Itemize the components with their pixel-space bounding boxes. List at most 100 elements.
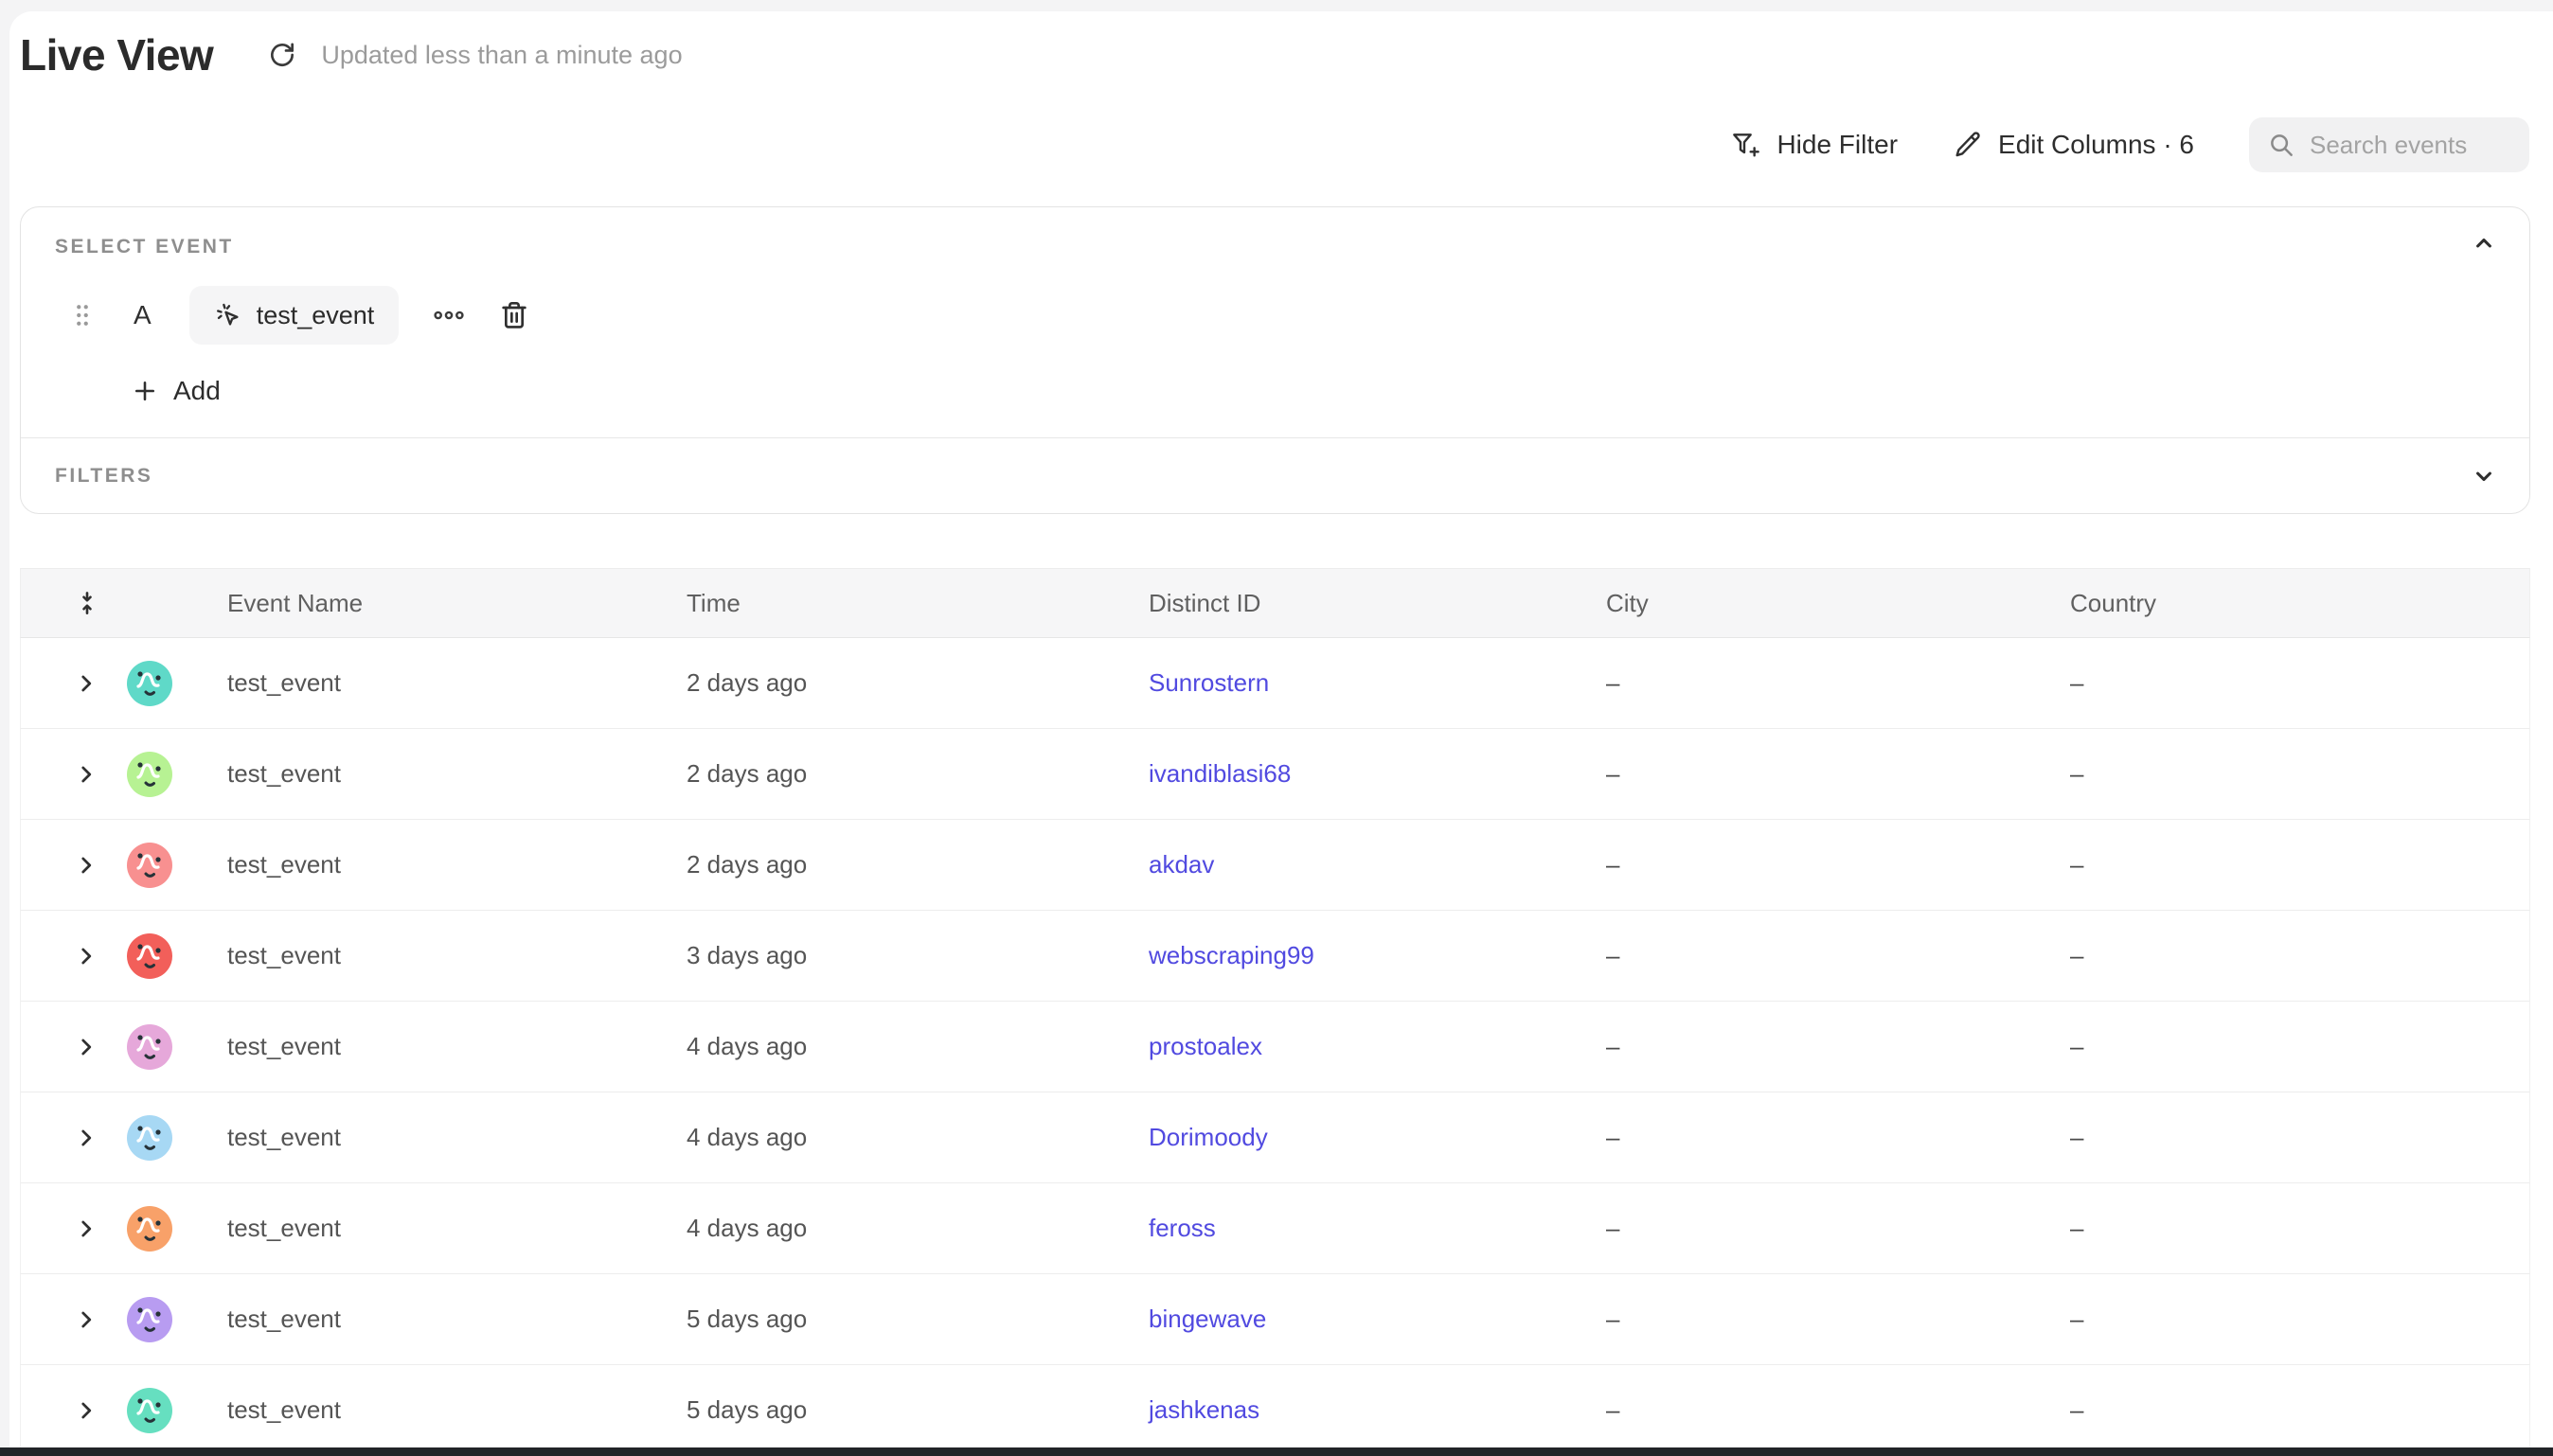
more-icon [433, 308, 465, 323]
cell-distinct-id-link[interactable]: Sunrostern [1149, 668, 1269, 697]
avatar [127, 752, 172, 797]
column-header-country[interactable]: Country [2070, 589, 2529, 618]
table-row[interactable]: test_event 4 days ago feross – – [20, 1183, 2530, 1274]
row-expand-button[interactable] [68, 1120, 104, 1156]
chevron-right-icon [74, 1126, 98, 1150]
collapse-select-event-button[interactable] [2465, 224, 2503, 262]
table-row[interactable]: test_event 5 days ago bingewave – – [20, 1274, 2530, 1365]
page-title: Live View [20, 29, 213, 80]
table-row[interactable]: test_event 2 days ago ivandiblasi68 – – [20, 729, 2530, 820]
table-row[interactable]: test_event 2 days ago akdav – – [20, 820, 2530, 911]
refresh-button[interactable] [260, 33, 304, 77]
cell-country: – [2070, 1305, 2529, 1334]
cell-distinct-id-link[interactable]: prostoalex [1149, 1032, 1262, 1060]
add-button-label: Add [173, 376, 221, 406]
updated-status: Updated less than a minute ago [321, 41, 682, 70]
event-selector-chip[interactable]: test_event [189, 286, 400, 345]
cell-time: 2 days ago [687, 759, 1149, 789]
event-delete-button[interactable] [495, 296, 533, 334]
avatar [127, 661, 172, 706]
filters-section-label: FILTERS [55, 465, 152, 488]
drag-handle-icon [73, 302, 92, 328]
table-row[interactable]: test_event 5 days ago jashkenas – – [20, 1365, 2530, 1456]
chevron-right-icon [74, 1398, 98, 1423]
event-row: A test_event [73, 286, 533, 345]
table-header-row: Event Name Time Distinct ID City Country [20, 568, 2530, 638]
cell-time: 2 days ago [687, 850, 1149, 879]
event-more-options-button[interactable] [427, 302, 471, 328]
column-header-time[interactable]: Time [687, 589, 1149, 618]
cell-distinct-id-link[interactable]: feross [1149, 1214, 1216, 1242]
cell-city: – [1606, 1032, 2070, 1061]
search-input[interactable] [2310, 131, 2511, 160]
cell-country: – [2070, 1214, 2529, 1243]
cell-distinct-id-link[interactable]: jashkenas [1149, 1395, 1259, 1424]
add-event-button[interactable]: Add [132, 368, 221, 414]
avatar [127, 933, 172, 979]
row-expand-button[interactable] [68, 847, 104, 883]
bottom-bar [0, 1447, 2553, 1456]
chevron-right-icon [74, 1216, 98, 1241]
search-icon [2267, 131, 2295, 159]
drag-handle[interactable] [73, 302, 92, 328]
cell-city: – [1606, 1395, 2070, 1425]
expand-filters-button[interactable] [2465, 457, 2503, 495]
row-expand-button[interactable] [68, 666, 104, 701]
cell-country: – [2070, 941, 2529, 970]
cell-event-name: test_event [227, 1395, 687, 1425]
cell-distinct-id-link[interactable]: akdav [1149, 850, 1214, 879]
page-header: Live View Updated less than a minute ago [20, 28, 683, 81]
chevron-right-icon [74, 1307, 98, 1332]
avatar [127, 843, 172, 888]
cell-distinct-id-link[interactable]: webscraping99 [1149, 941, 1314, 969]
collapse-all-rows-button[interactable] [70, 586, 104, 620]
row-expand-button[interactable] [68, 938, 104, 974]
row-expand-button[interactable] [68, 756, 104, 792]
table-row[interactable]: test_event 4 days ago Dorimoody – – [20, 1092, 2530, 1183]
table-row[interactable]: test_event 3 days ago webscraping99 – – [20, 911, 2530, 1002]
column-header-event-name[interactable]: Event Name [227, 589, 687, 618]
event-chip-label: test_event [257, 301, 375, 330]
cell-country: – [2070, 1123, 2529, 1152]
chevron-right-icon [74, 762, 98, 787]
row-expand-button[interactable] [68, 1393, 104, 1429]
filters-section[interactable]: FILTERS [21, 438, 2529, 514]
table-row[interactable]: test_event 4 days ago prostoalex – – [20, 1002, 2530, 1092]
table-row[interactable]: test_event 2 days ago Sunrostern – – [20, 638, 2530, 729]
cell-distinct-id-link[interactable]: Dorimoody [1149, 1123, 1268, 1151]
avatar [127, 1297, 172, 1342]
cell-time: 4 days ago [687, 1032, 1149, 1061]
row-expand-button[interactable] [68, 1029, 104, 1065]
cell-distinct-id-link[interactable]: bingewave [1149, 1305, 1266, 1333]
cell-country: – [2070, 1395, 2529, 1425]
trash-icon [499, 300, 529, 330]
cell-time: 4 days ago [687, 1123, 1149, 1152]
avatar [127, 1388, 172, 1433]
cursor-click-icon [214, 301, 242, 329]
cell-event-name: test_event [227, 668, 687, 698]
column-header-city[interactable]: City [1606, 589, 2070, 618]
chevron-down-icon [2471, 463, 2497, 489]
table-body: test_event 2 days ago Sunrostern – – [20, 638, 2530, 1456]
query-builder-card: SELECT EVENT A [20, 206, 2530, 514]
cell-country: – [2070, 668, 2529, 698]
chevron-right-icon [74, 1035, 98, 1059]
collapse-rows-icon [73, 589, 101, 617]
row-expand-button[interactable] [68, 1211, 104, 1247]
edit-columns-button[interactable]: Edit Columns · 6 [1953, 130, 2194, 160]
column-header-distinct-id[interactable]: Distinct ID [1149, 589, 1606, 618]
cell-time: 3 days ago [687, 941, 1149, 970]
cell-event-name: test_event [227, 1305, 687, 1334]
avatar [127, 1024, 172, 1070]
row-expand-button[interactable] [68, 1302, 104, 1338]
select-event-section-label: SELECT EVENT [55, 236, 234, 258]
cell-event-name: test_event [227, 759, 687, 789]
cell-distinct-id-link[interactable]: ivandiblasi68 [1149, 759, 1291, 788]
cell-time: 5 days ago [687, 1305, 1149, 1334]
cell-city: – [1606, 668, 2070, 698]
search-box[interactable] [2249, 117, 2529, 172]
hide-filter-button[interactable]: Hide Filter [1731, 130, 1898, 160]
cell-time: 4 days ago [687, 1214, 1149, 1243]
events-table: Event Name Time Distinct ID City Country [20, 568, 2530, 1456]
edit-columns-label: Edit Columns · 6 [1998, 130, 2194, 160]
